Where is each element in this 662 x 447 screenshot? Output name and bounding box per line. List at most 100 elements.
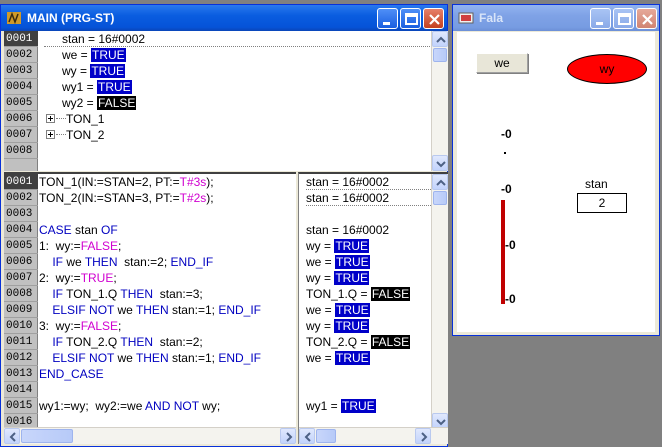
maximize-button[interactable] <box>400 8 421 29</box>
scroll-right-button[interactable] <box>415 428 431 444</box>
line-number[interactable]: 0006 <box>4 254 38 270</box>
visu-title-bar[interactable]: Fala <box>453 5 659 31</box>
visualization-canvas: we wy -0 -0 -0 -0 stan 2 <box>457 32 655 332</box>
tree-node-label: TON_2 <box>66 128 105 142</box>
scrollbar-thumb[interactable] <box>433 191 447 205</box>
line-number[interactable]: 0009 <box>4 302 38 318</box>
line-number[interactable]: 0005 <box>4 238 38 254</box>
close-button[interactable] <box>423 8 444 29</box>
tree-node-ton_1[interactable]: TON_1 <box>46 111 104 127</box>
code-line[interactable]: END_CASE <box>39 366 104 382</box>
scroll-up-button[interactable] <box>432 31 448 47</box>
monitor-line: TON_2.Q = FALSE <box>306 334 411 350</box>
code-token: ; <box>113 271 117 285</box>
variable-value-badge: FALSE <box>97 96 137 110</box>
code-line[interactable]: 2: wy:=TRUE; <box>39 270 117 286</box>
variable-name: wy2 = <box>62 96 98 110</box>
code-line[interactable]: 3: wy:=FALSE; <box>39 318 121 334</box>
line-number[interactable]: 0002 <box>4 47 38 63</box>
line-number[interactable]: 0010 <box>4 318 38 334</box>
monitor-line: wy1 = TRUE <box>306 398 376 414</box>
monitor-value-badge: TRUE <box>335 351 370 365</box>
scroll-left-button[interactable] <box>299 428 315 444</box>
scroll-up-button[interactable] <box>432 174 448 190</box>
main-title-bar[interactable]: MAIN (PRG-ST) <box>1 5 447 31</box>
code-line[interactable]: 1: wy:=FALSE; <box>39 238 121 254</box>
scrollbar-thumb[interactable] <box>21 429 73 443</box>
code-horizontal-scrollbar[interactable] <box>4 427 296 444</box>
code-token: TON_2.Q = <box>306 335 371 349</box>
code-token: we <box>63 255 85 269</box>
monitor-line: TON_1.Q = FALSE <box>306 286 411 302</box>
code-line[interactable]: CASE stan OF <box>39 222 118 238</box>
close-button[interactable] <box>636 8 657 29</box>
stan-value: 2 <box>598 196 606 210</box>
monitor-value-badge: TRUE <box>341 399 376 413</box>
code-pane[interactable]: 0001 0002 0003 0004 0005 0006 0007 0008 0009 0010… <box>4 172 296 444</box>
monitor-line: wy = TRUE <box>306 270 370 286</box>
code-token: 1: wy:= <box>39 239 81 253</box>
scrollbar-thumb[interactable] <box>316 429 336 443</box>
line-number[interactable]: 0008 <box>4 143 38 159</box>
line-number[interactable]: 0007 <box>4 127 38 143</box>
code-line[interactable]: IF we THEN stan:=2; END_IF <box>39 254 213 270</box>
line-number[interactable]: 0006 <box>4 111 38 127</box>
declaration-line[interactable]: we = TRUE <box>62 47 126 63</box>
line-number[interactable]: 0001 <box>4 31 38 47</box>
code-token: TON_2(IN:=STAN=3, PT:= <box>39 191 180 205</box>
declaration-line[interactable]: wy = TRUE <box>62 63 126 79</box>
line-number[interactable]: 0003 <box>4 63 38 79</box>
code-token: ; <box>118 319 122 333</box>
code-token: TON_1(IN:=STAN=2, PT:= <box>39 175 180 189</box>
expand-plus-icon[interactable] <box>46 112 56 126</box>
monitor-pane[interactable]: stan = 16#0002 stan = 16#0002 stan = 16#00… <box>298 172 448 444</box>
code-line[interactable]: ELSIF NOT we THEN stan:=1; END_IF <box>39 302 261 318</box>
declaration-line[interactable]: wy2 = FALSE <box>62 95 137 111</box>
line-number[interactable]: 0008 <box>4 286 38 302</box>
line-number[interactable]: 0012 <box>4 350 38 366</box>
tree-node-label: TON_1 <box>66 112 105 126</box>
expand-plus-icon[interactable] <box>46 128 56 142</box>
code-token: THEN <box>135 351 169 365</box>
declaration-line[interactable]: wy1 = TRUE <box>62 79 132 95</box>
tree-node-ton_2[interactable]: TON_2 <box>46 127 104 143</box>
scroll-down-button[interactable] <box>432 155 448 171</box>
tree-connector <box>56 118 66 119</box>
we-toggle-button[interactable]: we <box>476 53 528 73</box>
line-number[interactable]: 0005 <box>4 95 38 111</box>
line-number[interactable]: 0007 <box>4 270 38 286</box>
code-line[interactable]: ELSIF NOT we THEN stan:=1; END_IF <box>39 350 261 366</box>
code-line[interactable]: IF TON_1.Q THEN stan:=3; <box>39 286 202 302</box>
code-token: wy1:=wy; wy2:=we <box>39 399 146 413</box>
code-line[interactable]: wy1:=wy; wy2:=we AND NOT wy; <box>39 398 220 414</box>
monitor-horizontal-scrollbar[interactable] <box>299 427 448 444</box>
monitor-line: we = TRUE <box>306 302 370 318</box>
line-number[interactable]: 0003 <box>4 206 38 222</box>
line-number[interactable]: 0014 <box>4 382 38 398</box>
scrollbar-thumb[interactable] <box>433 48 447 62</box>
line-number[interactable]: 0001 <box>4 174 38 190</box>
scroll-right-button[interactable] <box>280 428 296 444</box>
line-number[interactable]: 0015 <box>4 398 38 414</box>
code-line[interactable]: TON_2(IN:=STAN=3, PT:=T#2s); <box>39 190 214 206</box>
code-line[interactable]: IF TON_2.Q THEN stan:=2; <box>39 334 202 350</box>
maximize-button[interactable] <box>613 8 634 29</box>
code-line[interactable]: TON_1(IN:=STAN=2, PT:=T#3s); <box>39 174 214 190</box>
minimize-button[interactable] <box>377 8 398 29</box>
line-number[interactable]: 0013 <box>4 366 38 382</box>
line-number[interactable]: 0002 <box>4 190 38 206</box>
minimize-button[interactable] <box>590 8 611 29</box>
visu-window-title: Fala <box>479 11 504 25</box>
code-token: END_IF <box>218 351 261 365</box>
code-token: TON_2.Q <box>63 335 121 349</box>
scroll-left-button[interactable] <box>4 428 20 444</box>
monitor-vertical-scrollbar[interactable] <box>431 174 448 429</box>
declaration-pane[interactable]: 0001 0002 0003 0004 0005 0006 0007 0008 stan = … <box>4 31 448 171</box>
code-token: THEN <box>120 287 154 301</box>
line-number[interactable]: 0004 <box>4 79 38 95</box>
line-number[interactable]: 0011 <box>4 334 38 350</box>
line-number[interactable]: 0004 <box>4 222 38 238</box>
declaration-line[interactable]: stan = 16#0002 <box>44 31 430 47</box>
declaration-vertical-scrollbar[interactable] <box>431 31 448 171</box>
